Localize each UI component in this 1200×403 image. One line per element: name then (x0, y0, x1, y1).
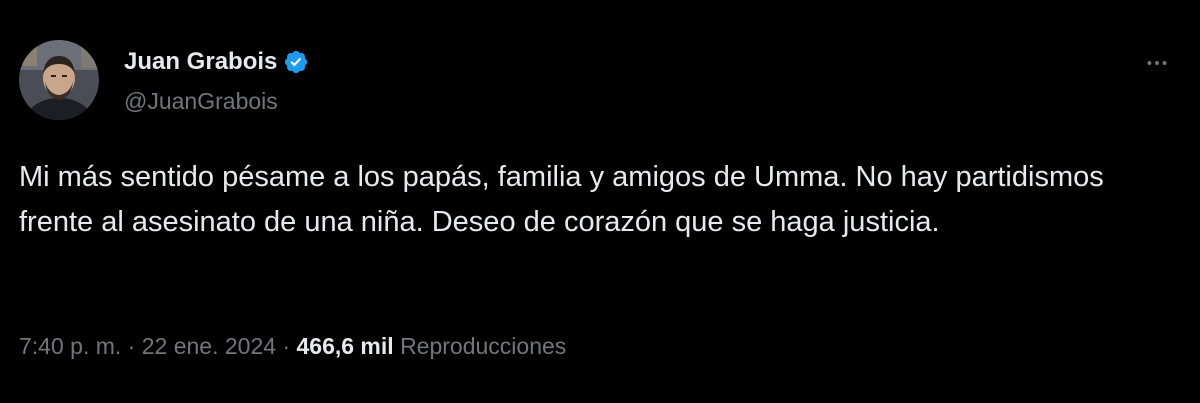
tweet-metadata: 7:40 p. m. · 22 ene. 2024 · 466,6 mil Re… (19, 333, 566, 360)
tweet-time[interactable]: 7:40 p. m. (19, 333, 121, 359)
tweet-text: Mi más sentido pésame a los papás, famil… (19, 161, 1104, 238)
avatar-image (19, 40, 99, 120)
meta-separator: · (127, 333, 136, 359)
author-avatar[interactable] (19, 40, 99, 120)
meta-separator: · (282, 333, 291, 359)
verified-badge-icon[interactable] (283, 49, 309, 75)
more-options-icon (1147, 61, 1167, 65)
more-options-button[interactable] (1142, 48, 1172, 78)
author-name-row: Juan Grabois (124, 48, 309, 76)
author-display-name[interactable]: Juan Grabois (124, 48, 277, 76)
views-count[interactable]: 466,6 mil (296, 333, 393, 359)
author-handle[interactable]: @JuanGrabois (124, 88, 278, 115)
tweet-card: Juan Grabois @JuanGrabois Mi más sentido… (0, 0, 1200, 403)
views-label: Reproducciones (400, 333, 567, 359)
tweet-date[interactable]: 22 ene. 2024 (142, 333, 276, 359)
